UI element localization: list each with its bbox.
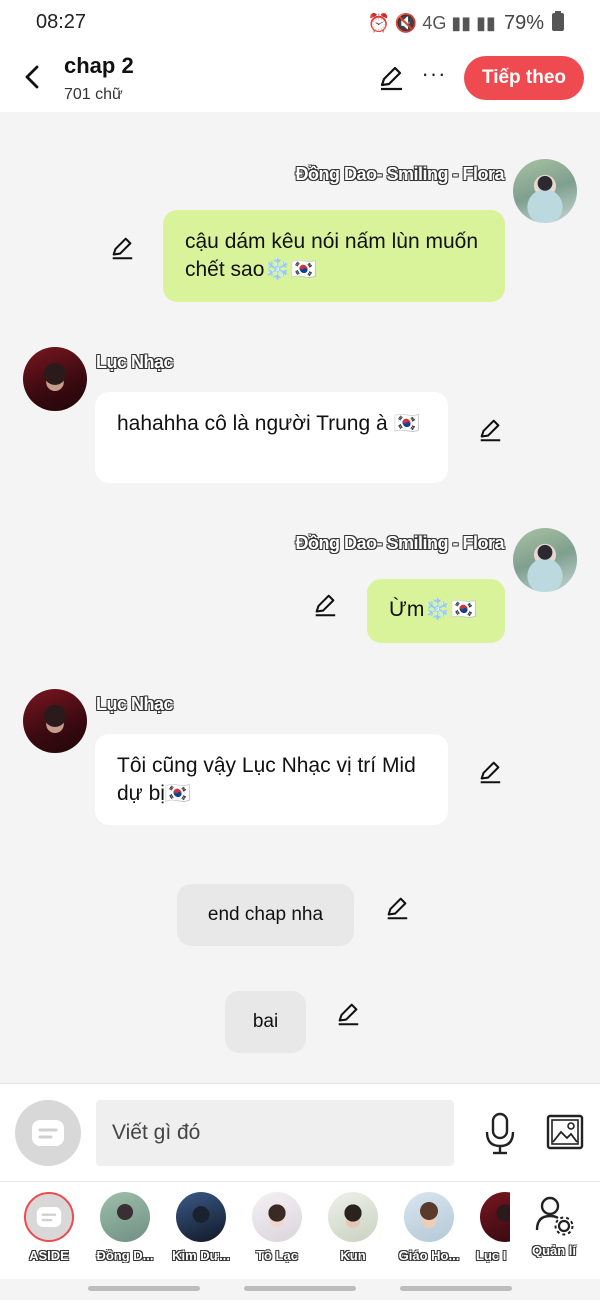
chat-icon bbox=[36, 1207, 62, 1227]
sender-name: Lục Nhạc bbox=[96, 352, 174, 372]
status-time: 08:27 bbox=[36, 11, 87, 33]
character-label: Kun bbox=[340, 1248, 366, 1263]
avatar bbox=[480, 1192, 510, 1242]
character-label: Kim Dư... bbox=[172, 1248, 230, 1263]
message-bubble[interactable]: hahahha cô là người Trung à 🇰🇷 bbox=[95, 392, 448, 483]
status-icons: ⏰ 🔇 4G ▮▮ ▮▮ 79% bbox=[367, 11, 564, 36]
pencil-icon bbox=[112, 237, 133, 260]
insert-image-button[interactable] bbox=[546, 1114, 584, 1150]
more-icon: ··· bbox=[421, 61, 447, 86]
avatar bbox=[328, 1192, 378, 1242]
pencil-icon bbox=[387, 897, 408, 920]
message-bubble[interactable]: Tôi cũng vậy Lục Nhạc vị trí Mid dự bị🇰🇷 bbox=[95, 734, 448, 825]
chapter-header: chap 2 701 chữ ··· Tiếp theo bbox=[0, 44, 600, 112]
pencil-icon bbox=[480, 419, 501, 442]
character-giao-ho[interactable]: Giáo Ho... bbox=[397, 1192, 461, 1263]
character-kun[interactable]: Kun bbox=[321, 1192, 385, 1263]
message-bubble[interactable]: cậu dám kêu nói nấm lùn muốn chết sao❄️🇰… bbox=[163, 210, 505, 302]
word-count: 701 chữ bbox=[64, 86, 123, 103]
character-luc-nhac[interactable]: Lục I bbox=[470, 1192, 510, 1263]
sender-name: Đồng Dao- Smiling - Flora bbox=[295, 164, 505, 184]
sender-name: Đồng Dao- Smiling - Flora bbox=[295, 533, 505, 553]
narration-toggle-button[interactable] bbox=[15, 1100, 81, 1166]
user-gear-icon bbox=[535, 1196, 574, 1236]
edit-message-button[interactable] bbox=[477, 417, 503, 443]
avatar bbox=[252, 1192, 302, 1242]
avatar[interactable] bbox=[513, 159, 577, 223]
edit-message-button[interactable] bbox=[109, 235, 135, 261]
character-aside[interactable]: ASIDE bbox=[17, 1192, 81, 1263]
nav-back-handle[interactable] bbox=[400, 1286, 512, 1291]
character-label: Giáo Ho... bbox=[398, 1248, 460, 1263]
avatar[interactable] bbox=[23, 347, 87, 411]
edit-message-button[interactable] bbox=[312, 592, 338, 618]
message-bubble[interactable]: Ừm❄️🇰🇷 bbox=[367, 579, 505, 643]
battery-icon bbox=[552, 11, 564, 36]
microphone-icon bbox=[485, 1112, 515, 1155]
edit-message-button[interactable] bbox=[477, 759, 503, 785]
avatar[interactable] bbox=[513, 528, 577, 592]
pencil-icon bbox=[480, 761, 501, 784]
sender-name: Lục Nhạc bbox=[96, 694, 174, 714]
avatar bbox=[404, 1192, 454, 1242]
character-dong-dao[interactable]: Đồng D... bbox=[93, 1192, 157, 1263]
nav-recents-handle[interactable] bbox=[88, 1286, 200, 1291]
manage-characters-button[interactable]: Quản lí bbox=[524, 1194, 584, 1258]
system-nav-bar bbox=[0, 1279, 600, 1300]
status-bar: 08:27 ⏰ 🔇 4G ▮▮ ▮▮ 79% bbox=[0, 0, 600, 44]
edit-message-button[interactable] bbox=[384, 895, 410, 921]
nav-home-handle[interactable] bbox=[244, 1286, 356, 1291]
character-kim-du[interactable]: Kim Dư... bbox=[169, 1192, 233, 1263]
avatar bbox=[100, 1192, 150, 1242]
message-input-bar bbox=[0, 1083, 600, 1181]
image-icon bbox=[546, 1114, 584, 1150]
chapter-title: chap 2 bbox=[64, 53, 134, 78]
edit-message-button[interactable] bbox=[335, 1001, 361, 1027]
pencil-icon bbox=[338, 1003, 359, 1026]
next-chapter-button[interactable]: Tiếp theo bbox=[464, 56, 584, 100]
message-input[interactable] bbox=[96, 1100, 454, 1166]
character-label: ASIDE bbox=[29, 1248, 69, 1263]
voice-input-button[interactable] bbox=[482, 1112, 518, 1156]
character-label: Đồng D... bbox=[96, 1248, 154, 1263]
back-arrow-icon bbox=[25, 65, 39, 89]
avatar[interactable] bbox=[23, 689, 87, 753]
narration-bubble[interactable]: bai bbox=[225, 991, 306, 1053]
narration-bubble[interactable]: end chap nha bbox=[177, 884, 354, 946]
character-to-lac[interactable]: Tô Lạc bbox=[245, 1192, 309, 1263]
manage-label: Quản lí bbox=[531, 1243, 577, 1258]
pencil-icon bbox=[380, 66, 402, 91]
edit-chapter-button[interactable] bbox=[377, 64, 405, 92]
avatar bbox=[24, 1192, 74, 1242]
back-button[interactable] bbox=[18, 62, 48, 92]
status-signal-icons: ⏰ 🔇 4G ▮▮ ▮▮ bbox=[367, 13, 496, 33]
character-label: Lục I bbox=[476, 1248, 507, 1263]
battery-percent: 79% bbox=[503, 12, 544, 34]
avatar bbox=[176, 1192, 226, 1242]
character-label: Tô Lạc bbox=[256, 1248, 298, 1263]
chat-icon bbox=[32, 1120, 64, 1146]
character-bar: ASIDE Đồng D... Kim Dư... Tô Lạc Kun Giá… bbox=[0, 1181, 600, 1279]
more-options-button[interactable]: ··· bbox=[420, 62, 448, 90]
pencil-icon bbox=[315, 594, 336, 617]
